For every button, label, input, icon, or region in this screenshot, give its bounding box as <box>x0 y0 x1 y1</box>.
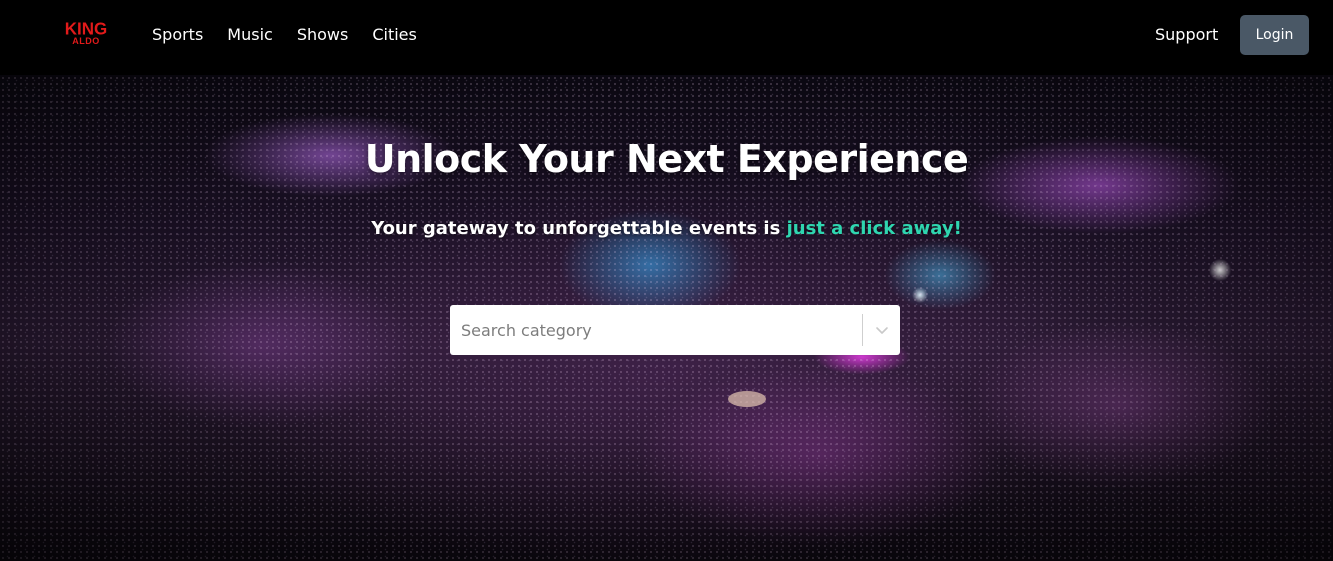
brand-logo[interactable]: KING ALDO <box>58 20 114 48</box>
main-nav: Sports Music Shows Cities <box>152 25 417 45</box>
support-link[interactable]: Support <box>1155 25 1218 45</box>
nav-link-sports[interactable]: Sports <box>152 25 203 45</box>
nav-link-music[interactable]: Music <box>227 25 273 45</box>
hero-section: Unlock Your Next Experience Your gateway… <box>0 75 1333 561</box>
logo-text-top: KING <box>64 18 108 39</box>
category-search-select[interactable] <box>450 305 900 355</box>
nav-link-cities[interactable]: Cities <box>372 25 417 45</box>
nav-link-shows[interactable]: Shows <box>297 25 349 45</box>
hero-title: Unlock Your Next Experience <box>364 137 969 181</box>
hero-subtitle: Your gateway to unforgettable events is … <box>0 218 1333 239</box>
login-button[interactable]: Login <box>1240 15 1309 55</box>
top-navbar: KING ALDO Sports Music Shows Cities Supp… <box>0 0 1333 75</box>
chevron-down-icon[interactable] <box>863 305 900 355</box>
search-category-input[interactable] <box>450 305 862 355</box>
hero-subtitle-accent: just a click away! <box>786 218 962 239</box>
hero-subtitle-text: Your gateway to unforgettable events is <box>371 218 787 239</box>
